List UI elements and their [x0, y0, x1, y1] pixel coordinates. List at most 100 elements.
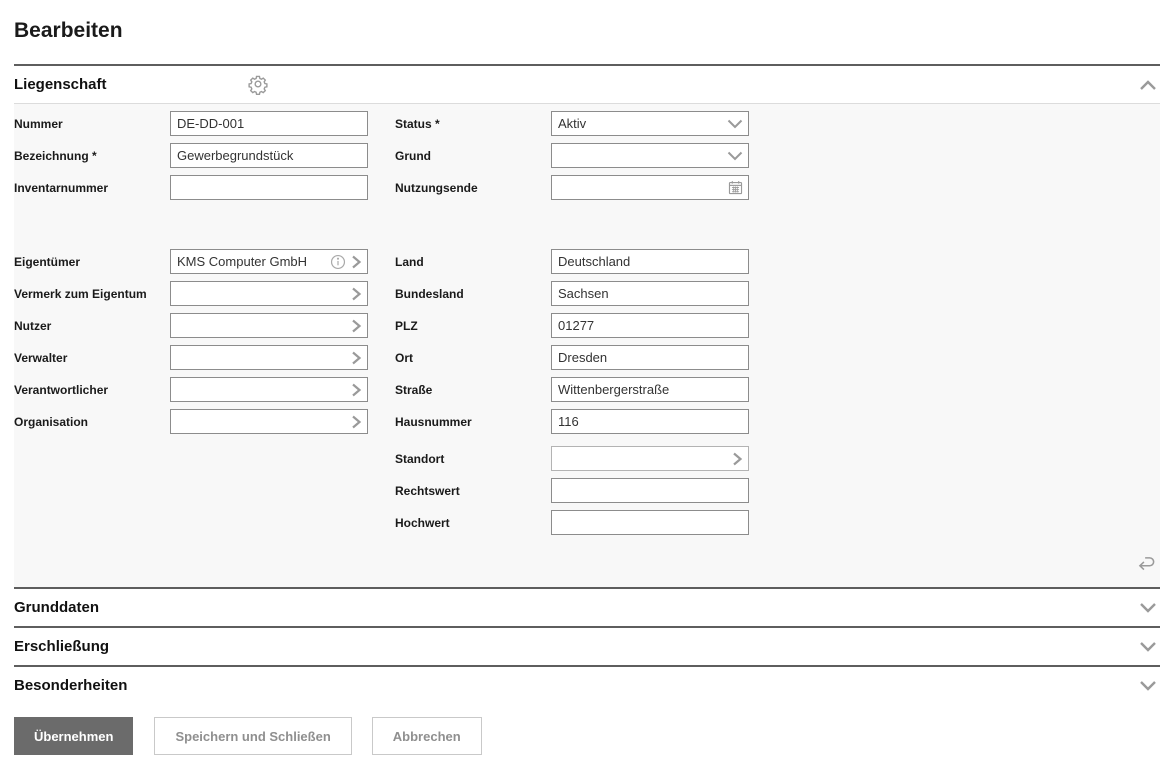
- section-title: Besonderheiten: [14, 677, 127, 694]
- hausnummer-input[interactable]: [552, 410, 748, 433]
- strasse-label: Straße: [395, 383, 551, 397]
- chevron-right-icon[interactable]: [350, 286, 363, 302]
- form-row-hausnummer: Hausnummer: [395, 409, 749, 434]
- strasse-input[interactable]: [552, 378, 748, 401]
- inventarnummer-label: Inventarnummer: [14, 181, 170, 195]
- ort-field[interactable]: [551, 345, 749, 370]
- form-row-grund: Grund: [395, 143, 749, 168]
- form-row-rechtswert: Rechtswert: [395, 478, 749, 503]
- form-row-bundesland: Bundesland: [395, 281, 749, 306]
- verwalter-input[interactable]: [171, 346, 350, 369]
- land-input[interactable]: [552, 250, 748, 273]
- bezeichnung-input[interactable]: [171, 144, 367, 167]
- page-title: Bearbeiten: [14, 0, 1160, 64]
- edit-dialog: Bearbeiten Liegenschaft: [0, 0, 1174, 769]
- hausnummer-field[interactable]: [551, 409, 749, 434]
- form-row-eigentuemer: Eigentümer: [14, 249, 368, 274]
- action-bar: Übernehmen Speichern und Schließen Abbre…: [14, 717, 1160, 769]
- undo-return-icon[interactable]: [1135, 552, 1158, 579]
- section-grunddaten-header[interactable]: Grunddaten: [14, 589, 1160, 626]
- bundesland-field[interactable]: [551, 281, 749, 306]
- section-liegenschaft: Liegenschaft Nummer: [14, 64, 1160, 587]
- section-besonderheiten: Besonderheiten: [14, 665, 1160, 704]
- hochwert-label: Hochwert: [395, 516, 551, 530]
- chevron-down-icon: [726, 150, 744, 162]
- ort-input[interactable]: [552, 346, 748, 369]
- land-label: Land: [395, 255, 551, 269]
- chevron-right-icon[interactable]: [350, 318, 363, 334]
- status-select[interactable]: Aktiv: [551, 111, 749, 136]
- section-footer: [14, 542, 1160, 582]
- chevron-up-icon[interactable]: [1138, 78, 1160, 92]
- form-row-nummer: Nummer: [14, 111, 368, 136]
- form-row-inventarnummer: Inventarnummer: [14, 175, 368, 200]
- section-liegenschaft-header[interactable]: Liegenschaft: [14, 66, 1160, 103]
- form-row-bezeichnung: Bezeichnung *: [14, 143, 368, 168]
- grund-label: Grund: [395, 149, 551, 163]
- form-row-hochwert: Hochwert: [395, 510, 749, 535]
- nutzungsende-input[interactable]: [552, 176, 727, 199]
- bundesland-input[interactable]: [552, 282, 748, 305]
- chevron-down-icon[interactable]: [1138, 679, 1160, 693]
- save-and-close-button[interactable]: Speichern und Schließen: [154, 717, 351, 755]
- inventarnummer-input[interactable]: [171, 176, 367, 199]
- land-field[interactable]: [551, 249, 749, 274]
- nummer-label: Nummer: [14, 117, 170, 131]
- verantwortlicher-input[interactable]: [171, 378, 350, 401]
- nutzungsende-field[interactable]: [551, 175, 749, 200]
- chevron-right-icon[interactable]: [350, 254, 363, 270]
- bezeichnung-label: Bezeichnung *: [14, 149, 170, 163]
- apply-button[interactable]: Übernehmen: [14, 717, 133, 755]
- nummer-field[interactable]: [170, 111, 368, 136]
- strasse-field[interactable]: [551, 377, 749, 402]
- chevron-down-icon[interactable]: [1138, 640, 1160, 654]
- form-row-ort: Ort: [395, 345, 749, 370]
- section-besonderheiten-header[interactable]: Besonderheiten: [14, 667, 1160, 704]
- verwalter-field[interactable]: [170, 345, 368, 370]
- plz-field[interactable]: [551, 313, 749, 338]
- chevron-down-icon: [726, 118, 744, 130]
- nummer-input[interactable]: [171, 112, 367, 135]
- form-row-strasse: Straße: [395, 377, 749, 402]
- eigentuemer-label: Eigentümer: [14, 255, 170, 269]
- settings-gear-icon[interactable]: [247, 73, 269, 100]
- bezeichnung-field[interactable]: [170, 143, 368, 168]
- grund-select[interactable]: [551, 143, 749, 168]
- nutzer-input[interactable]: [171, 314, 350, 337]
- form-row-nutzer: Nutzer: [14, 313, 368, 338]
- vermerk-field[interactable]: [170, 281, 368, 306]
- chevron-right-icon[interactable]: [350, 414, 363, 430]
- standort-field[interactable]: [551, 446, 749, 471]
- organisation-input[interactable]: [171, 410, 350, 433]
- form-column-right: Status * Aktiv Grund: [395, 111, 749, 542]
- section-erschliessung-header[interactable]: Erschließung: [14, 628, 1160, 665]
- chevron-down-icon[interactable]: [1138, 601, 1160, 615]
- plz-input[interactable]: [552, 314, 748, 337]
- organisation-field[interactable]: [170, 409, 368, 434]
- eigentuemer-input[interactable]: [171, 250, 329, 273]
- cancel-button[interactable]: Abbrechen: [372, 717, 482, 755]
- rechtswert-field[interactable]: [551, 478, 749, 503]
- chevron-right-icon[interactable]: [350, 382, 363, 398]
- chevron-right-icon[interactable]: [350, 350, 363, 366]
- standort-input[interactable]: [552, 447, 731, 470]
- hochwert-input[interactable]: [552, 511, 748, 534]
- status-value: Aktiv: [552, 116, 726, 131]
- vermerk-input[interactable]: [171, 282, 350, 305]
- verantwortlicher-field[interactable]: [170, 377, 368, 402]
- rechtswert-input[interactable]: [552, 479, 748, 502]
- group-spacer: [14, 207, 368, 249]
- calendar-icon[interactable]: [727, 179, 744, 196]
- ort-label: Ort: [395, 351, 551, 365]
- inventarnummer-field[interactable]: [170, 175, 368, 200]
- chevron-right-icon[interactable]: [731, 451, 744, 467]
- eigentuemer-field[interactable]: [170, 249, 368, 274]
- verwalter-label: Verwalter: [14, 351, 170, 365]
- vermerk-label: Vermerk zum Eigentum: [14, 287, 170, 301]
- info-circle-icon[interactable]: [329, 253, 347, 271]
- hochwert-field[interactable]: [551, 510, 749, 535]
- plz-label: PLZ: [395, 319, 551, 333]
- nutzer-field[interactable]: [170, 313, 368, 338]
- section-title: Liegenschaft: [14, 76, 107, 93]
- section-grunddaten: Grunddaten: [14, 587, 1160, 626]
